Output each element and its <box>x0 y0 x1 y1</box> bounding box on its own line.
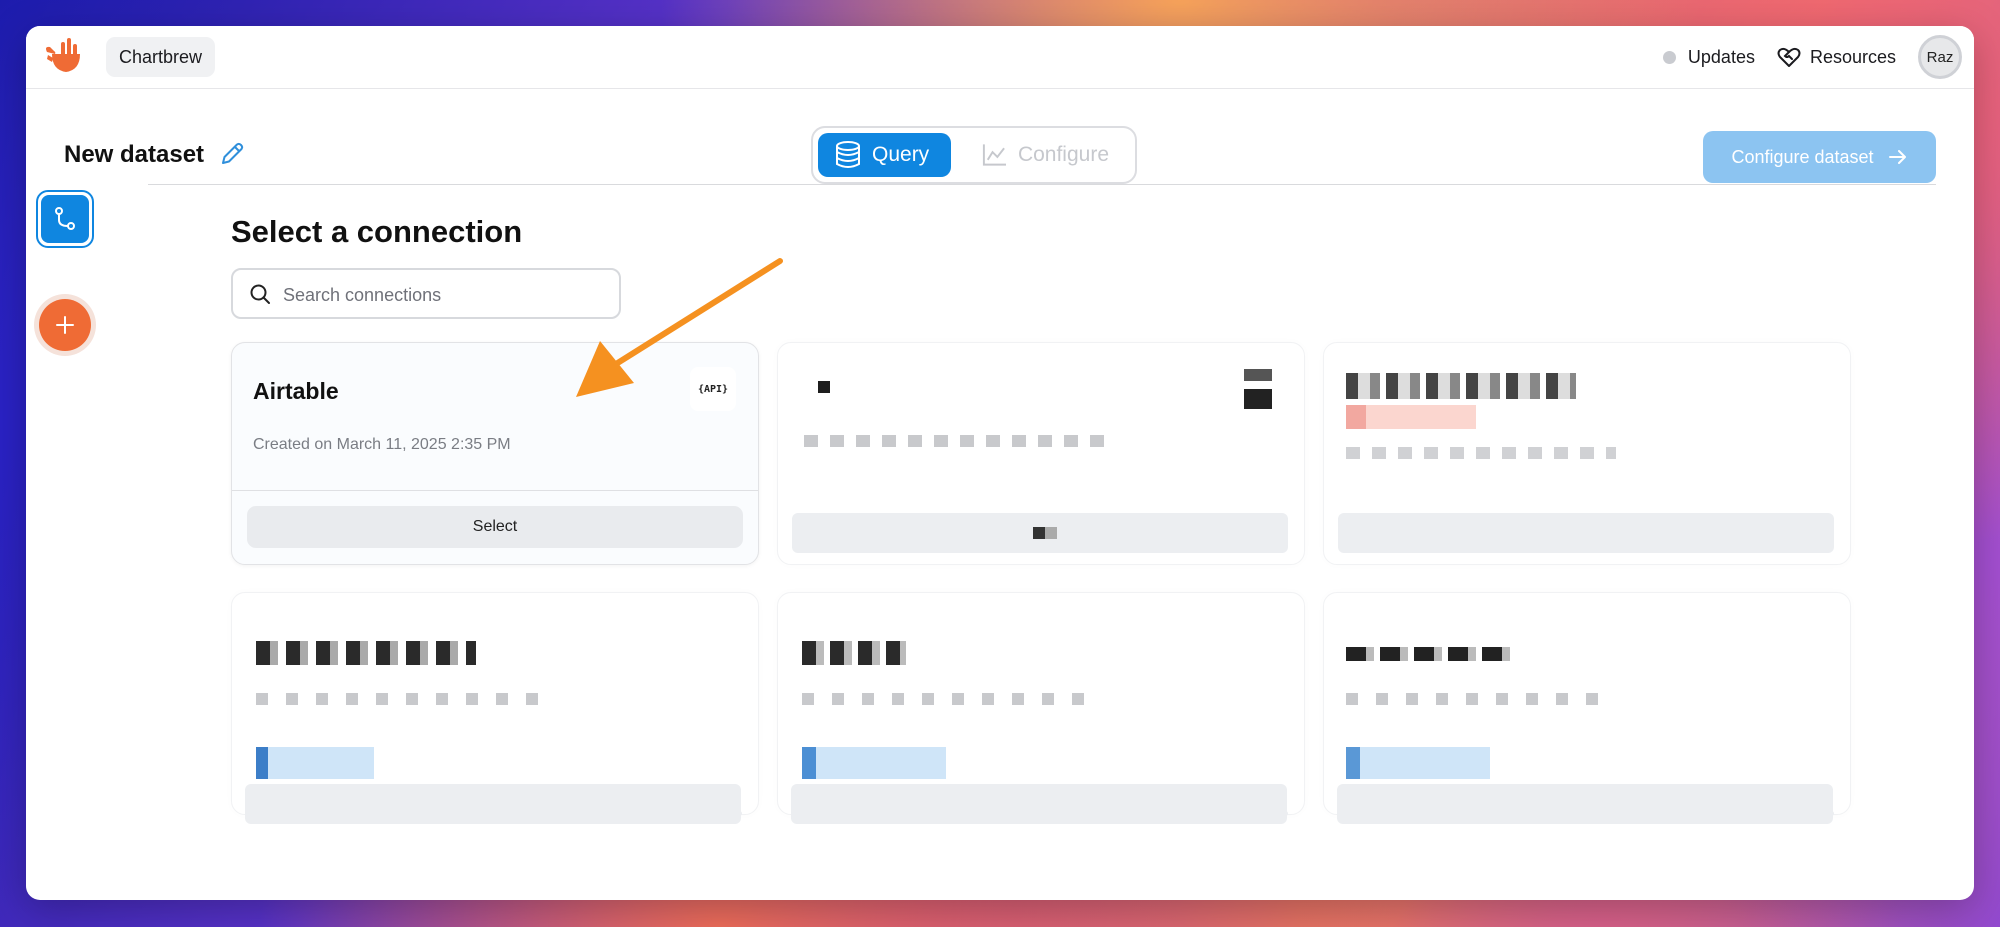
dataset-header: New dataset Query Configure Configure da… <box>26 88 1974 208</box>
app-window: Chartbrew Updates Resources Raz New data… <box>26 26 1974 900</box>
connection-card-redacted[interactable] <box>777 342 1305 565</box>
chart-line-icon <box>982 144 1007 166</box>
dataset-title: New dataset <box>64 141 205 168</box>
tab-configure-label: Configure <box>1017 143 1109 166</box>
updates-label: Updates <box>1687 46 1755 67</box>
resources-link[interactable]: Resources <box>1777 46 1896 68</box>
redacted-pixel <box>1244 369 1272 409</box>
arrow-right-icon <box>1888 150 1906 164</box>
header-divider <box>148 184 1936 185</box>
updates-link[interactable]: Updates <box>1662 46 1755 68</box>
redacted-text <box>1346 447 1616 459</box>
heart-handshake-icon <box>1777 47 1801 67</box>
redacted-badge <box>256 747 374 779</box>
redacted-text <box>804 435 1104 447</box>
redacted-pixel <box>1033 527 1057 539</box>
redacted-text <box>802 693 1092 705</box>
redacted-button[interactable] <box>791 784 1287 824</box>
status-dot-icon <box>1662 50 1676 64</box>
redacted-text <box>256 693 546 705</box>
git-branch-icon <box>55 207 75 230</box>
redacted-pixel <box>818 381 830 393</box>
search-icon <box>250 284 270 304</box>
connection-card-redacted[interactable] <box>231 592 759 816</box>
redacted-badge <box>1346 405 1476 429</box>
redacted-text <box>1346 373 1576 399</box>
tab-configure[interactable]: Configure <box>965 133 1125 177</box>
configure-dataset-label: Configure dataset <box>1731 146 1874 167</box>
pencil-icon[interactable] <box>218 140 246 168</box>
redacted-text <box>1346 647 1516 661</box>
redacted-text <box>1346 693 1606 705</box>
sidebar-add-button[interactable] <box>34 294 96 356</box>
sidebar-connection-button[interactable] <box>36 190 94 248</box>
redacted-text <box>256 641 476 665</box>
redacted-button[interactable] <box>245 784 741 824</box>
resources-label: Resources <box>1809 46 1896 67</box>
brand-name[interactable]: Chartbrew <box>106 37 216 77</box>
connection-created-date: Created on March 11, 2025 2:35 PM <box>253 436 511 453</box>
user-avatar[interactable]: Raz <box>1918 35 1962 79</box>
redacted-button[interactable] <box>1337 784 1833 824</box>
configure-dataset-button[interactable]: Configure dataset <box>1703 131 1936 183</box>
plus-icon <box>56 316 74 334</box>
connection-card-redacted[interactable] <box>1323 592 1851 816</box>
section-title: Select a connection <box>231 214 523 249</box>
top-navbar: Chartbrew Updates Resources Raz <box>26 26 1974 89</box>
chartbrew-logo[interactable] <box>42 34 86 78</box>
connection-card-redacted[interactable] <box>777 592 1305 816</box>
card-divider <box>232 490 758 491</box>
redacted-button[interactable] <box>1338 513 1834 553</box>
connection-name: Airtable <box>253 378 339 404</box>
query-configure-tabs: Query Configure <box>811 126 1137 184</box>
connection-card-redacted[interactable] <box>1323 342 1851 565</box>
annotation-arrow-icon <box>576 258 783 397</box>
select-connection-button[interactable]: Select <box>247 506 743 548</box>
tab-query[interactable]: Query <box>818 133 951 177</box>
redacted-badge <box>802 747 946 779</box>
redacted-text <box>802 641 906 665</box>
redacted-badge <box>1346 747 1490 779</box>
top-right-actions: Updates Resources Raz <box>1662 26 1962 88</box>
database-icon <box>836 141 860 168</box>
tab-query-label: Query <box>872 143 930 166</box>
